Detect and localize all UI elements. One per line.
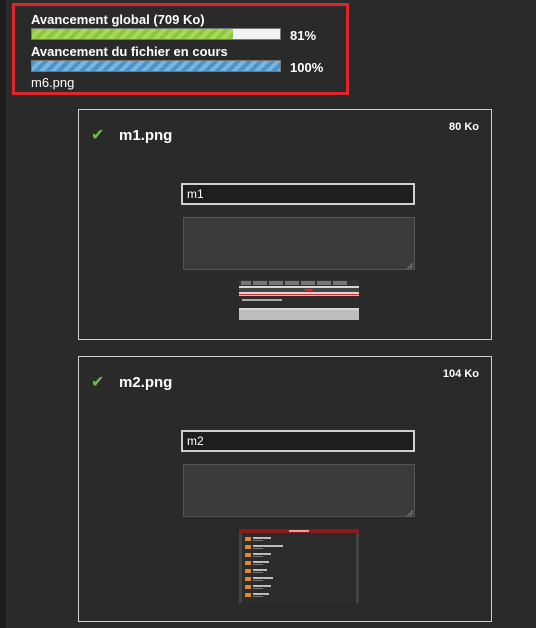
file-card: ✔ m2.png 104 Ko bbox=[78, 356, 492, 622]
file-progress-percent: 100% bbox=[290, 60, 324, 75]
global-progress-fill bbox=[32, 29, 233, 39]
file-card: ✔ m1.png 80 Ko bbox=[78, 109, 492, 340]
global-progress-label: Avancement global (709 Ko) bbox=[31, 12, 205, 27]
file-progress-label: Avancement du fichier en cours bbox=[31, 44, 228, 59]
description-textarea[interactable] bbox=[183, 464, 415, 517]
thumbnail-image bbox=[239, 529, 359, 603]
file-progress-fill bbox=[32, 61, 280, 71]
left-edge bbox=[0, 0, 6, 628]
current-file-name: m6.png bbox=[31, 75, 75, 90]
file-progress-bar bbox=[31, 60, 281, 72]
thumbnail-image bbox=[239, 280, 359, 320]
description-textarea[interactable] bbox=[183, 217, 415, 270]
resize-grip-icon[interactable] bbox=[406, 509, 413, 516]
title-input[interactable] bbox=[181, 430, 415, 452]
global-progress-percent: 81% bbox=[290, 28, 317, 43]
title-input[interactable] bbox=[181, 183, 415, 205]
upload-progress-panel: Avancement global (709 Ko) 81% Avancemen… bbox=[12, 3, 349, 95]
file-name: m2.png bbox=[119, 374, 173, 391]
global-progress-bar bbox=[31, 28, 281, 40]
file-size: 80 Ko bbox=[449, 121, 479, 133]
file-size: 104 Ko bbox=[442, 368, 479, 380]
file-name: m1.png bbox=[119, 127, 173, 144]
resize-grip-icon[interactable] bbox=[406, 262, 413, 269]
checkmark-icon: ✔ bbox=[91, 374, 105, 391]
checkmark-icon: ✔ bbox=[91, 127, 105, 144]
